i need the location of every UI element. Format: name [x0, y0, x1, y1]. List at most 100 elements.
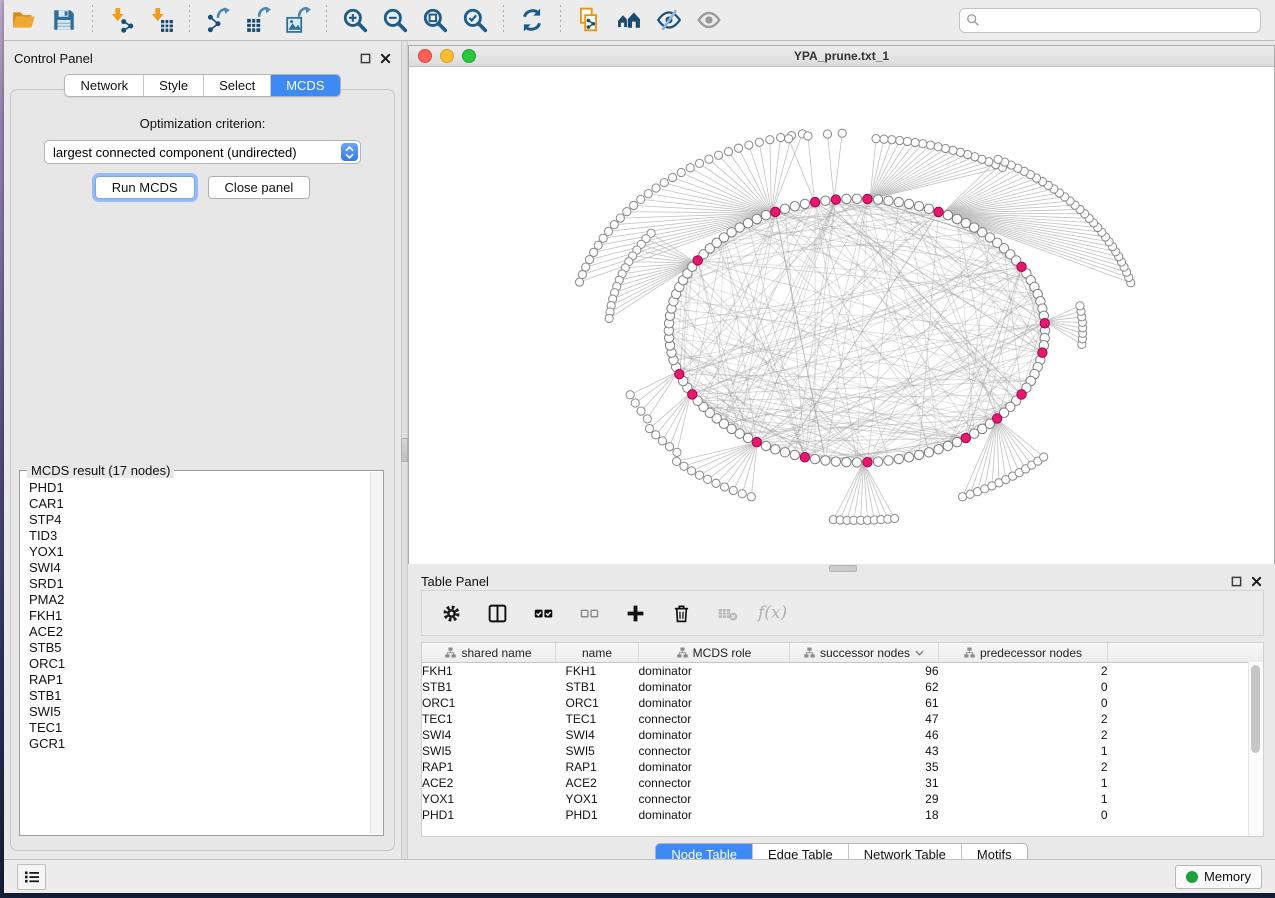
- close-panel-button[interactable]: Close panel: [208, 176, 311, 199]
- unselect-all-columns-button[interactable]: [573, 597, 605, 629]
- save-session-button[interactable]: [48, 4, 80, 36]
- mcds-result-item[interactable]: CAR1: [29, 496, 371, 512]
- import-table-button[interactable]: [145, 4, 177, 36]
- cell-predecessor-nodes: 0: [939, 679, 1108, 695]
- cell-successor-nodes: 46: [790, 727, 939, 743]
- table-scrollbar-thumb[interactable]: [1251, 665, 1260, 753]
- network-overview-button[interactable]: [613, 4, 645, 36]
- import-network-button[interactable]: [105, 4, 137, 36]
- tab-network[interactable]: Network: [65, 75, 143, 96]
- cell-name: SWI4: [556, 727, 639, 743]
- network-canvas[interactable]: [409, 67, 1274, 564]
- delete-table-button[interactable]: [711, 597, 743, 629]
- export-table-button[interactable]: [242, 4, 274, 36]
- network-graph[interactable]: [409, 67, 1274, 564]
- mcds-result-item[interactable]: PHD1: [29, 480, 371, 496]
- mcds-result-item[interactable]: YOX1: [29, 544, 371, 560]
- delete-column-button[interactable]: [665, 597, 697, 629]
- table-settings-button[interactable]: [435, 597, 467, 629]
- cell-predecessor-nodes: 0: [939, 695, 1108, 711]
- table-row[interactable]: FKH1FKH1dominator962: [422, 663, 1264, 680]
- table-row[interactable]: STB1STB1dominator620: [422, 679, 1264, 695]
- show-panels-button[interactable]: [693, 4, 725, 36]
- open-session-button[interactable]: [8, 4, 40, 36]
- memory-button[interactable]: Memory: [1175, 865, 1262, 889]
- mcds-result-scrollbar[interactable]: [370, 472, 382, 834]
- cell-name: ORC1: [556, 695, 639, 711]
- export-network-button[interactable]: [202, 4, 234, 36]
- export-network-icon: [205, 7, 231, 33]
- search-input[interactable]: [985, 10, 1254, 30]
- cell-predecessor-nodes: 2: [939, 711, 1108, 727]
- mcds-result-item[interactable]: TEC1: [29, 720, 371, 736]
- horizontal-splitter-handle[interactable]: [829, 565, 857, 572]
- tab-select[interactable]: Select: [203, 75, 270, 96]
- zoom-in-button[interactable]: [339, 4, 371, 36]
- network-window-title: YPA_prune.txt_1: [409, 49, 1274, 63]
- mcds-result-item[interactable]: STB1: [29, 688, 371, 704]
- column-header-successor-nodes[interactable]: successor nodes: [790, 643, 939, 663]
- table-scrollbar[interactable]: [1248, 662, 1263, 836]
- run-mcds-button[interactable]: Run MCDS: [95, 176, 195, 199]
- cell-predecessor-nodes: 1: [939, 791, 1108, 807]
- search-icon: [966, 13, 980, 27]
- cell-name: RAP1: [556, 759, 639, 775]
- cell-filler: [1108, 807, 1265, 823]
- function-builder-button[interactable]: f(x): [754, 603, 791, 623]
- create-column-button[interactable]: [619, 597, 651, 629]
- cell-successor-nodes: 61: [790, 695, 939, 711]
- column-header-MCDS-role[interactable]: MCDS role: [639, 643, 790, 663]
- zoom-selected-button[interactable]: [459, 4, 491, 36]
- task-history-button[interactable]: [17, 864, 46, 890]
- float-panel-icon[interactable]: [360, 53, 371, 64]
- mcds-result-item[interactable]: TID3: [29, 528, 371, 544]
- mcds-result-item[interactable]: GCR1: [29, 736, 371, 752]
- mcds-result-item[interactable]: SRD1: [29, 576, 371, 592]
- table-row[interactable]: TEC1TEC1connector472: [422, 711, 1264, 727]
- mcds-result-item[interactable]: SWI5: [29, 704, 371, 720]
- column-header-name[interactable]: name: [556, 643, 639, 663]
- tab-style[interactable]: Style: [143, 75, 203, 96]
- table-row[interactable]: YOX1YOX1connector291: [422, 791, 1264, 807]
- mcds-result-item[interactable]: SWI4: [29, 560, 371, 576]
- mcds-result-item[interactable]: ORC1: [29, 656, 371, 672]
- vertical-splitter-handle[interactable]: [401, 438, 408, 462]
- mcds-result-item[interactable]: ACE2: [29, 624, 371, 640]
- mcds-result-item[interactable]: FKH1: [29, 608, 371, 624]
- show-column-panel-button[interactable]: [481, 597, 513, 629]
- table-row[interactable]: RAP1RAP1dominator352: [422, 759, 1264, 775]
- column-header-predecessor-nodes[interactable]: predecessor nodes: [939, 643, 1108, 663]
- cell-predecessor-nodes: 2: [939, 663, 1108, 680]
- cell-successor-nodes: 43: [790, 743, 939, 759]
- optimization-criterion-select[interactable]: largest connected component (undirected): [44, 140, 361, 164]
- horizontal-splitter[interactable]: [408, 564, 1275, 571]
- float-panel-icon[interactable]: [1231, 576, 1242, 587]
- mcds-result-list[interactable]: PHD1CAR1STP4TID3YOX1SWI4SRD1PMA2FKH1ACE2…: [21, 472, 371, 834]
- table-row[interactable]: SWI4SWI4dominator462: [422, 727, 1264, 743]
- cell-name: PHD1: [556, 807, 639, 823]
- table-row[interactable]: PHD1PHD1dominator180: [422, 807, 1264, 823]
- mcds-result-item[interactable]: RAP1: [29, 672, 371, 688]
- tab-mcds[interactable]: MCDS: [270, 75, 339, 96]
- select-all-columns-button[interactable]: [527, 597, 559, 629]
- mcds-result-item[interactable]: PMA2: [29, 592, 371, 608]
- cell-predecessor-nodes: 0: [939, 807, 1108, 823]
- column-header-shared-name[interactable]: shared name: [422, 643, 556, 663]
- export-image-button[interactable]: [282, 4, 314, 36]
- table-row[interactable]: SWI5SWI5connector431: [422, 743, 1264, 759]
- close-panel-icon[interactable]: [1251, 576, 1262, 587]
- mcds-result-item[interactable]: STP4: [29, 512, 371, 528]
- zoom-fit-button[interactable]: [419, 4, 451, 36]
- optimization-criterion-label: Optimization criterion:: [11, 116, 394, 131]
- zoom-out-button[interactable]: [379, 4, 411, 36]
- vertical-splitter[interactable]: [401, 41, 408, 859]
- toolbar-separator: [189, 5, 190, 35]
- close-panel-icon[interactable]: [380, 53, 391, 64]
- table-row[interactable]: ORC1ORC1dominator610: [422, 695, 1264, 711]
- hide-panels-button[interactable]: [653, 4, 685, 36]
- mcds-result-item[interactable]: STB5: [29, 640, 371, 656]
- duplicate-network-button[interactable]: [573, 4, 605, 36]
- table-row[interactable]: ACE2ACE2connector311: [422, 775, 1264, 791]
- refresh-layout-button[interactable]: [516, 4, 548, 36]
- cell-successor-nodes: 62: [790, 679, 939, 695]
